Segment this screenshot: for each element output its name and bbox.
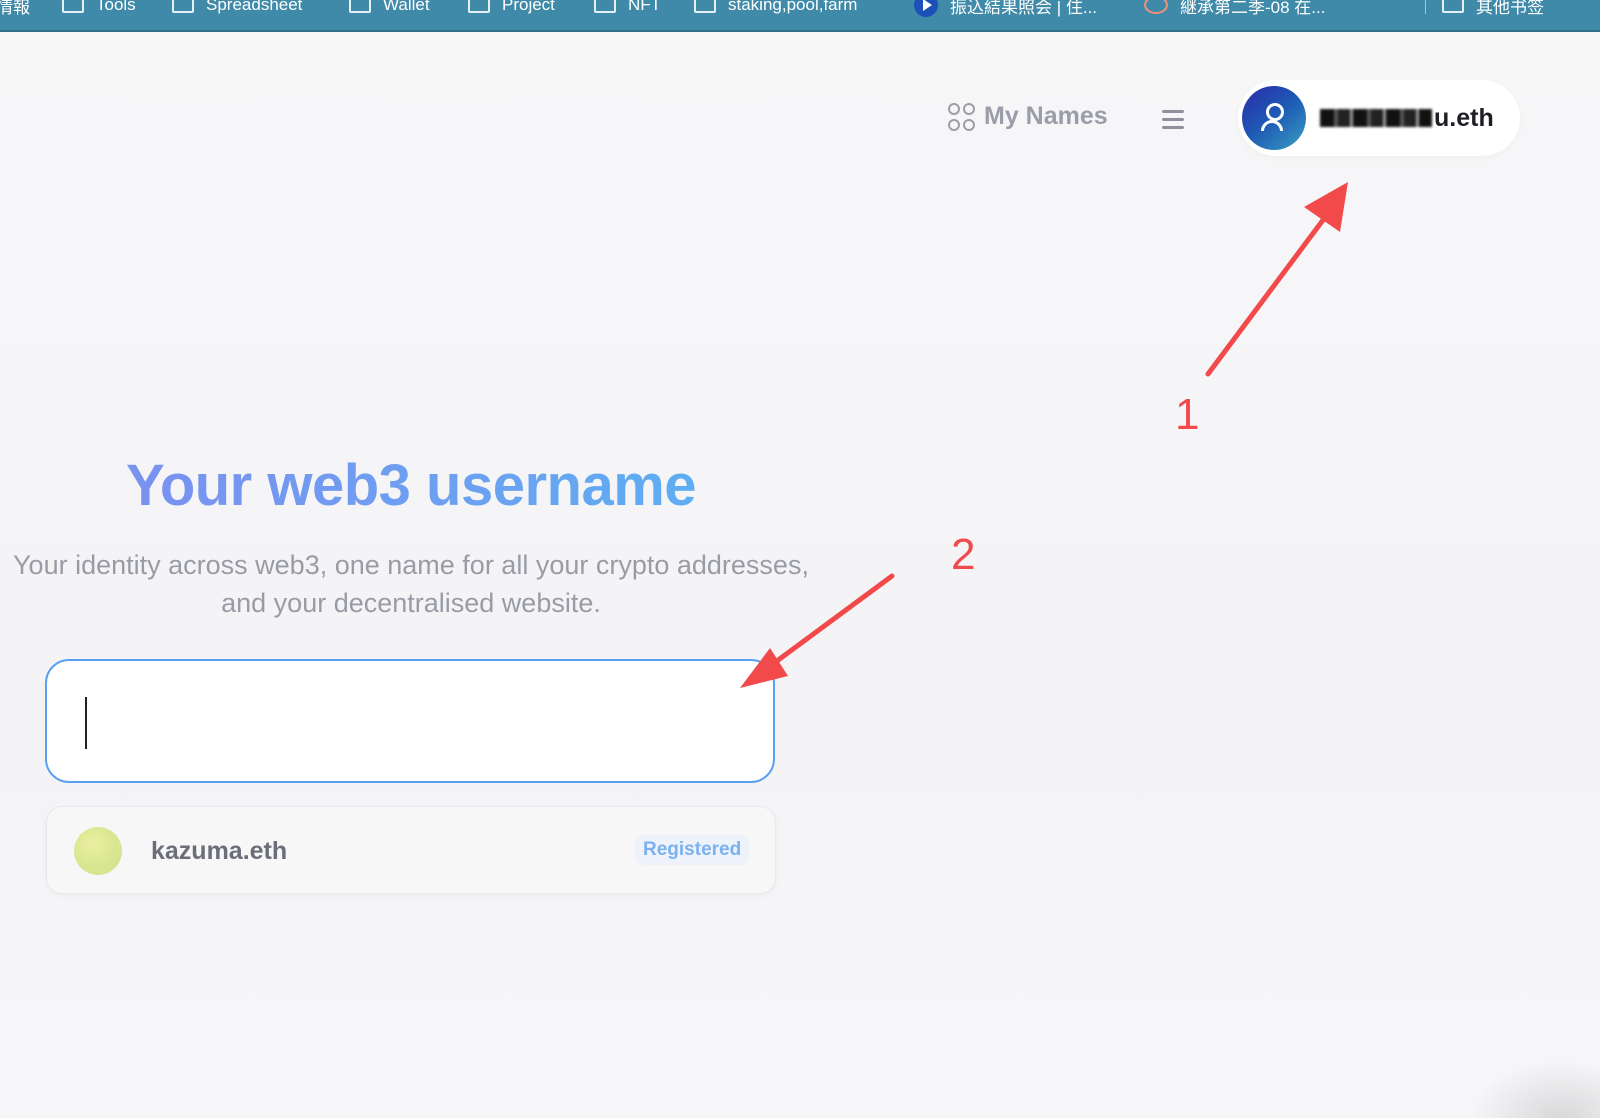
- annotation-arrow-1: [1205, 205, 1335, 377]
- annotation-label-2: 2: [951, 530, 976, 579]
- annotation-overlay: [740, 182, 1348, 688]
- annotation-arrow-2: [759, 573, 895, 675]
- corner-shadow: [1470, 1060, 1600, 1118]
- annotation-label-1: 1: [1175, 390, 1200, 439]
- annotation-arrowhead-1: [1304, 182, 1348, 232]
- annotation-arrowhead-2: [740, 648, 788, 688]
